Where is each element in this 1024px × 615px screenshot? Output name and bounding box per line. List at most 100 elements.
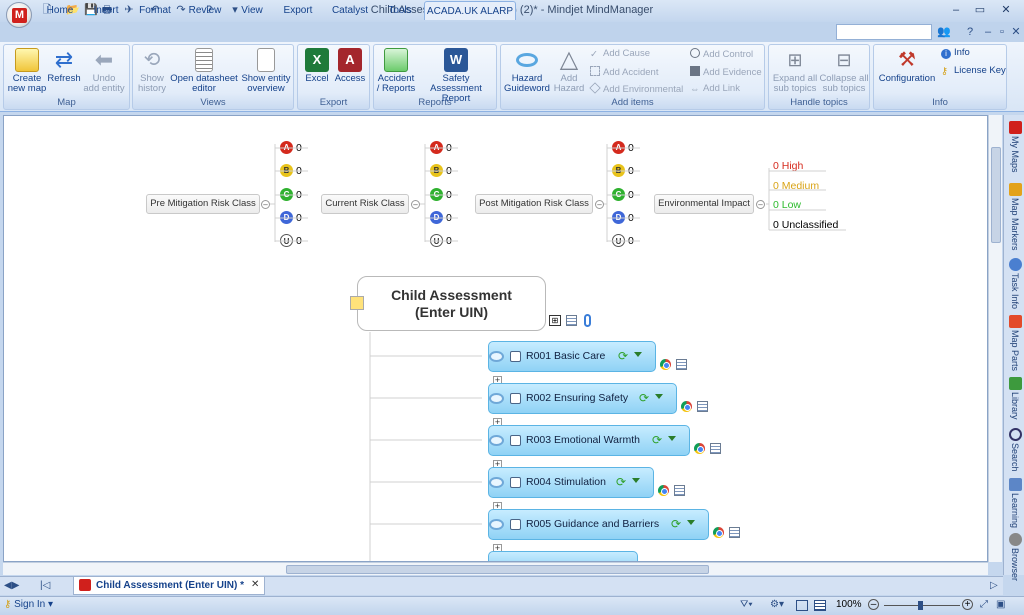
add-evidence-button[interactable]: Add Evidence (690, 66, 762, 78)
access-button[interactable]: A Access (334, 48, 366, 84)
topic-checkbox[interactable] (510, 393, 521, 404)
help-circle-icon[interactable]: ? (962, 24, 978, 40)
add-cause-button[interactable]: ✓ Add Cause (590, 48, 650, 60)
cycle-icon[interactable]: ⟳ (616, 475, 626, 489)
topic-image-icon[interactable] (350, 296, 364, 310)
chevron-down-icon[interactable] (655, 394, 663, 399)
minimize-button[interactable]: – (944, 2, 968, 18)
show-entity-overview-button[interactable]: Show entity overview (240, 48, 292, 94)
notes-icon[interactable] (697, 401, 708, 412)
topic-checkbox[interactable] (510, 351, 521, 362)
side-tab-learning[interactable]: Learning (1006, 478, 1024, 528)
cycle-icon[interactable]: ⟳ (652, 433, 662, 447)
zoom-out-icon[interactable]: – (868, 599, 879, 610)
tab-view[interactable]: View (234, 1, 270, 20)
expand-all-sub-topics-button[interactable]: ⊞ Expand all sub topics (771, 48, 819, 94)
side-tab-my-maps[interactable]: My Maps (1006, 121, 1024, 173)
mindmanager-logo-button[interactable]: M (6, 2, 32, 28)
ribbon-search-input[interactable] (836, 24, 932, 40)
scroll-tabs-right-icon[interactable]: ▷ (990, 580, 998, 591)
view-map-icon[interactable] (796, 600, 808, 611)
requirement-topic[interactable]: R001 Basic Care ⟳ (488, 341, 656, 372)
safety-assessment-report-button[interactable]: W Safety Assessment Report (418, 48, 494, 104)
tab-format[interactable]: Format (134, 1, 176, 20)
cycle-icon[interactable]: ⟳ (639, 391, 649, 405)
chevron-down-icon[interactable] (687, 520, 695, 525)
central-topic[interactable]: Child Assessment (Enter UIN) (357, 276, 546, 331)
notes-icon[interactable] (710, 443, 721, 454)
scroll-tabs-left-icon[interactable]: ◀▶ (4, 580, 19, 591)
map-canvas[interactable]: Pre Mitigation Risk Class – Current Risk… (3, 115, 988, 562)
info-button[interactable]: i Info (941, 47, 970, 59)
side-tab-task-info[interactable]: Task Info (1006, 258, 1024, 309)
create-new-map-button[interactable]: Create new map (6, 48, 48, 94)
open-datasheet-editor-button[interactable]: Open datasheet editor (170, 48, 238, 94)
accident-reports-button[interactable]: Accident / Reports (376, 48, 416, 94)
excel-button[interactable]: X Excel (302, 48, 332, 84)
side-tab-browser[interactable]: Browser (1006, 533, 1024, 581)
requirement-topic-partial[interactable] (488, 551, 638, 561)
browser-icon[interactable] (694, 443, 705, 454)
hierarchy-icon[interactable]: ⊞ (549, 315, 561, 326)
add-hazard-button[interactable]: △ Add Hazard (552, 48, 586, 94)
add-accident-button[interactable]: Add Accident (590, 66, 658, 78)
show-history-button[interactable]: ⟲ Show history (135, 48, 169, 94)
collapse-all-sub-topics-button[interactable]: ⊟ Collapse all sub topics (819, 48, 869, 94)
configuration-button[interactable]: ⚒ Configuration (876, 48, 938, 84)
sign-in-button[interactable]: ⚷ Sign In ▾ (4, 599, 53, 610)
close-tab-icon[interactable]: ✕ (251, 579, 259, 590)
tab-export[interactable]: Export (278, 1, 318, 20)
chevron-down-icon[interactable] (632, 478, 640, 483)
view-outline-icon[interactable] (814, 600, 826, 611)
notes-icon[interactable] (729, 527, 740, 538)
close-button[interactable]: ✕ (994, 2, 1018, 18)
tab-first-icon[interactable]: |◁ (40, 580, 50, 591)
add-environmental-button[interactable]: Add Environmental (589, 82, 683, 95)
requirement-topic[interactable]: R005 Guidance and Barriers ⟳ (488, 509, 709, 540)
document-tab[interactable]: Child Assessment (Enter UIN) * ✕ (73, 577, 265, 595)
notes-icon[interactable] (676, 359, 687, 370)
requirement-topic[interactable]: R004 Stimulation ⟳ (488, 467, 654, 498)
topic-checkbox[interactable] (510, 519, 521, 530)
add-link-button[interactable]: ⇔ Add Link (690, 83, 740, 95)
browser-icon[interactable] (658, 485, 669, 496)
vertical-scroll-thumb[interactable] (991, 147, 1001, 243)
zoom-menu-icon[interactable]: ▣ (996, 599, 1005, 610)
browser-icon[interactable] (713, 527, 724, 538)
browser-icon[interactable] (681, 401, 692, 412)
cycle-icon[interactable]: ⟳ (618, 349, 628, 363)
horizontal-scroll-thumb[interactable] (286, 565, 709, 574)
chevron-down-icon[interactable] (634, 352, 642, 357)
zoom-slider-thumb[interactable] (918, 601, 923, 610)
requirement-topic[interactable]: R003 Emotional Warmth ⟳ (488, 425, 690, 456)
license-key-button[interactable]: ⚷ License Key (941, 65, 1006, 77)
topic-checkbox[interactable] (510, 477, 521, 488)
attachment-icon[interactable] (584, 314, 591, 327)
browser-icon[interactable] (660, 359, 671, 370)
filter-icon[interactable]: ⛛▾ (740, 599, 753, 610)
tab-home[interactable]: Home (40, 1, 80, 20)
zoom-in-icon[interactable]: + (962, 599, 973, 610)
hazard-guideword-button[interactable]: Hazard Guideword (504, 48, 550, 94)
tab-acada-alarp[interactable]: ACADA.UK ALARP (424, 1, 516, 20)
chevron-down-icon[interactable] (668, 436, 676, 441)
topic-checkbox[interactable] (510, 435, 521, 446)
tab-insert[interactable]: Insert (86, 1, 126, 20)
restore-button[interactable]: ▭ (968, 2, 992, 18)
refresh-button[interactable]: ⇄ Refresh (46, 48, 82, 84)
notes-icon[interactable] (674, 485, 685, 496)
side-tab-map-markers[interactable]: Map Markers (1006, 183, 1024, 251)
vertical-scrollbar[interactable] (988, 115, 1002, 562)
fit-map-icon[interactable]: ⤢ (980, 599, 988, 610)
people-icon[interactable]: 👥 (936, 24, 952, 40)
layout-icon[interactable]: ⚙▾ (770, 599, 784, 610)
side-tab-map-parts[interactable]: Map Parts (1006, 315, 1024, 371)
tab-catalyst[interactable]: Catalyst (326, 1, 374, 20)
tab-review[interactable]: Review (184, 1, 226, 20)
side-tab-library[interactable]: Library (1006, 377, 1024, 420)
undo-add-entity-button[interactable]: ⬅ Undo add entity (82, 48, 126, 94)
horizontal-scrollbar[interactable] (3, 562, 988, 575)
cycle-icon[interactable]: ⟳ (671, 517, 681, 531)
tab-tools[interactable]: Tools (380, 1, 420, 20)
notes-icon[interactable] (566, 315, 577, 326)
